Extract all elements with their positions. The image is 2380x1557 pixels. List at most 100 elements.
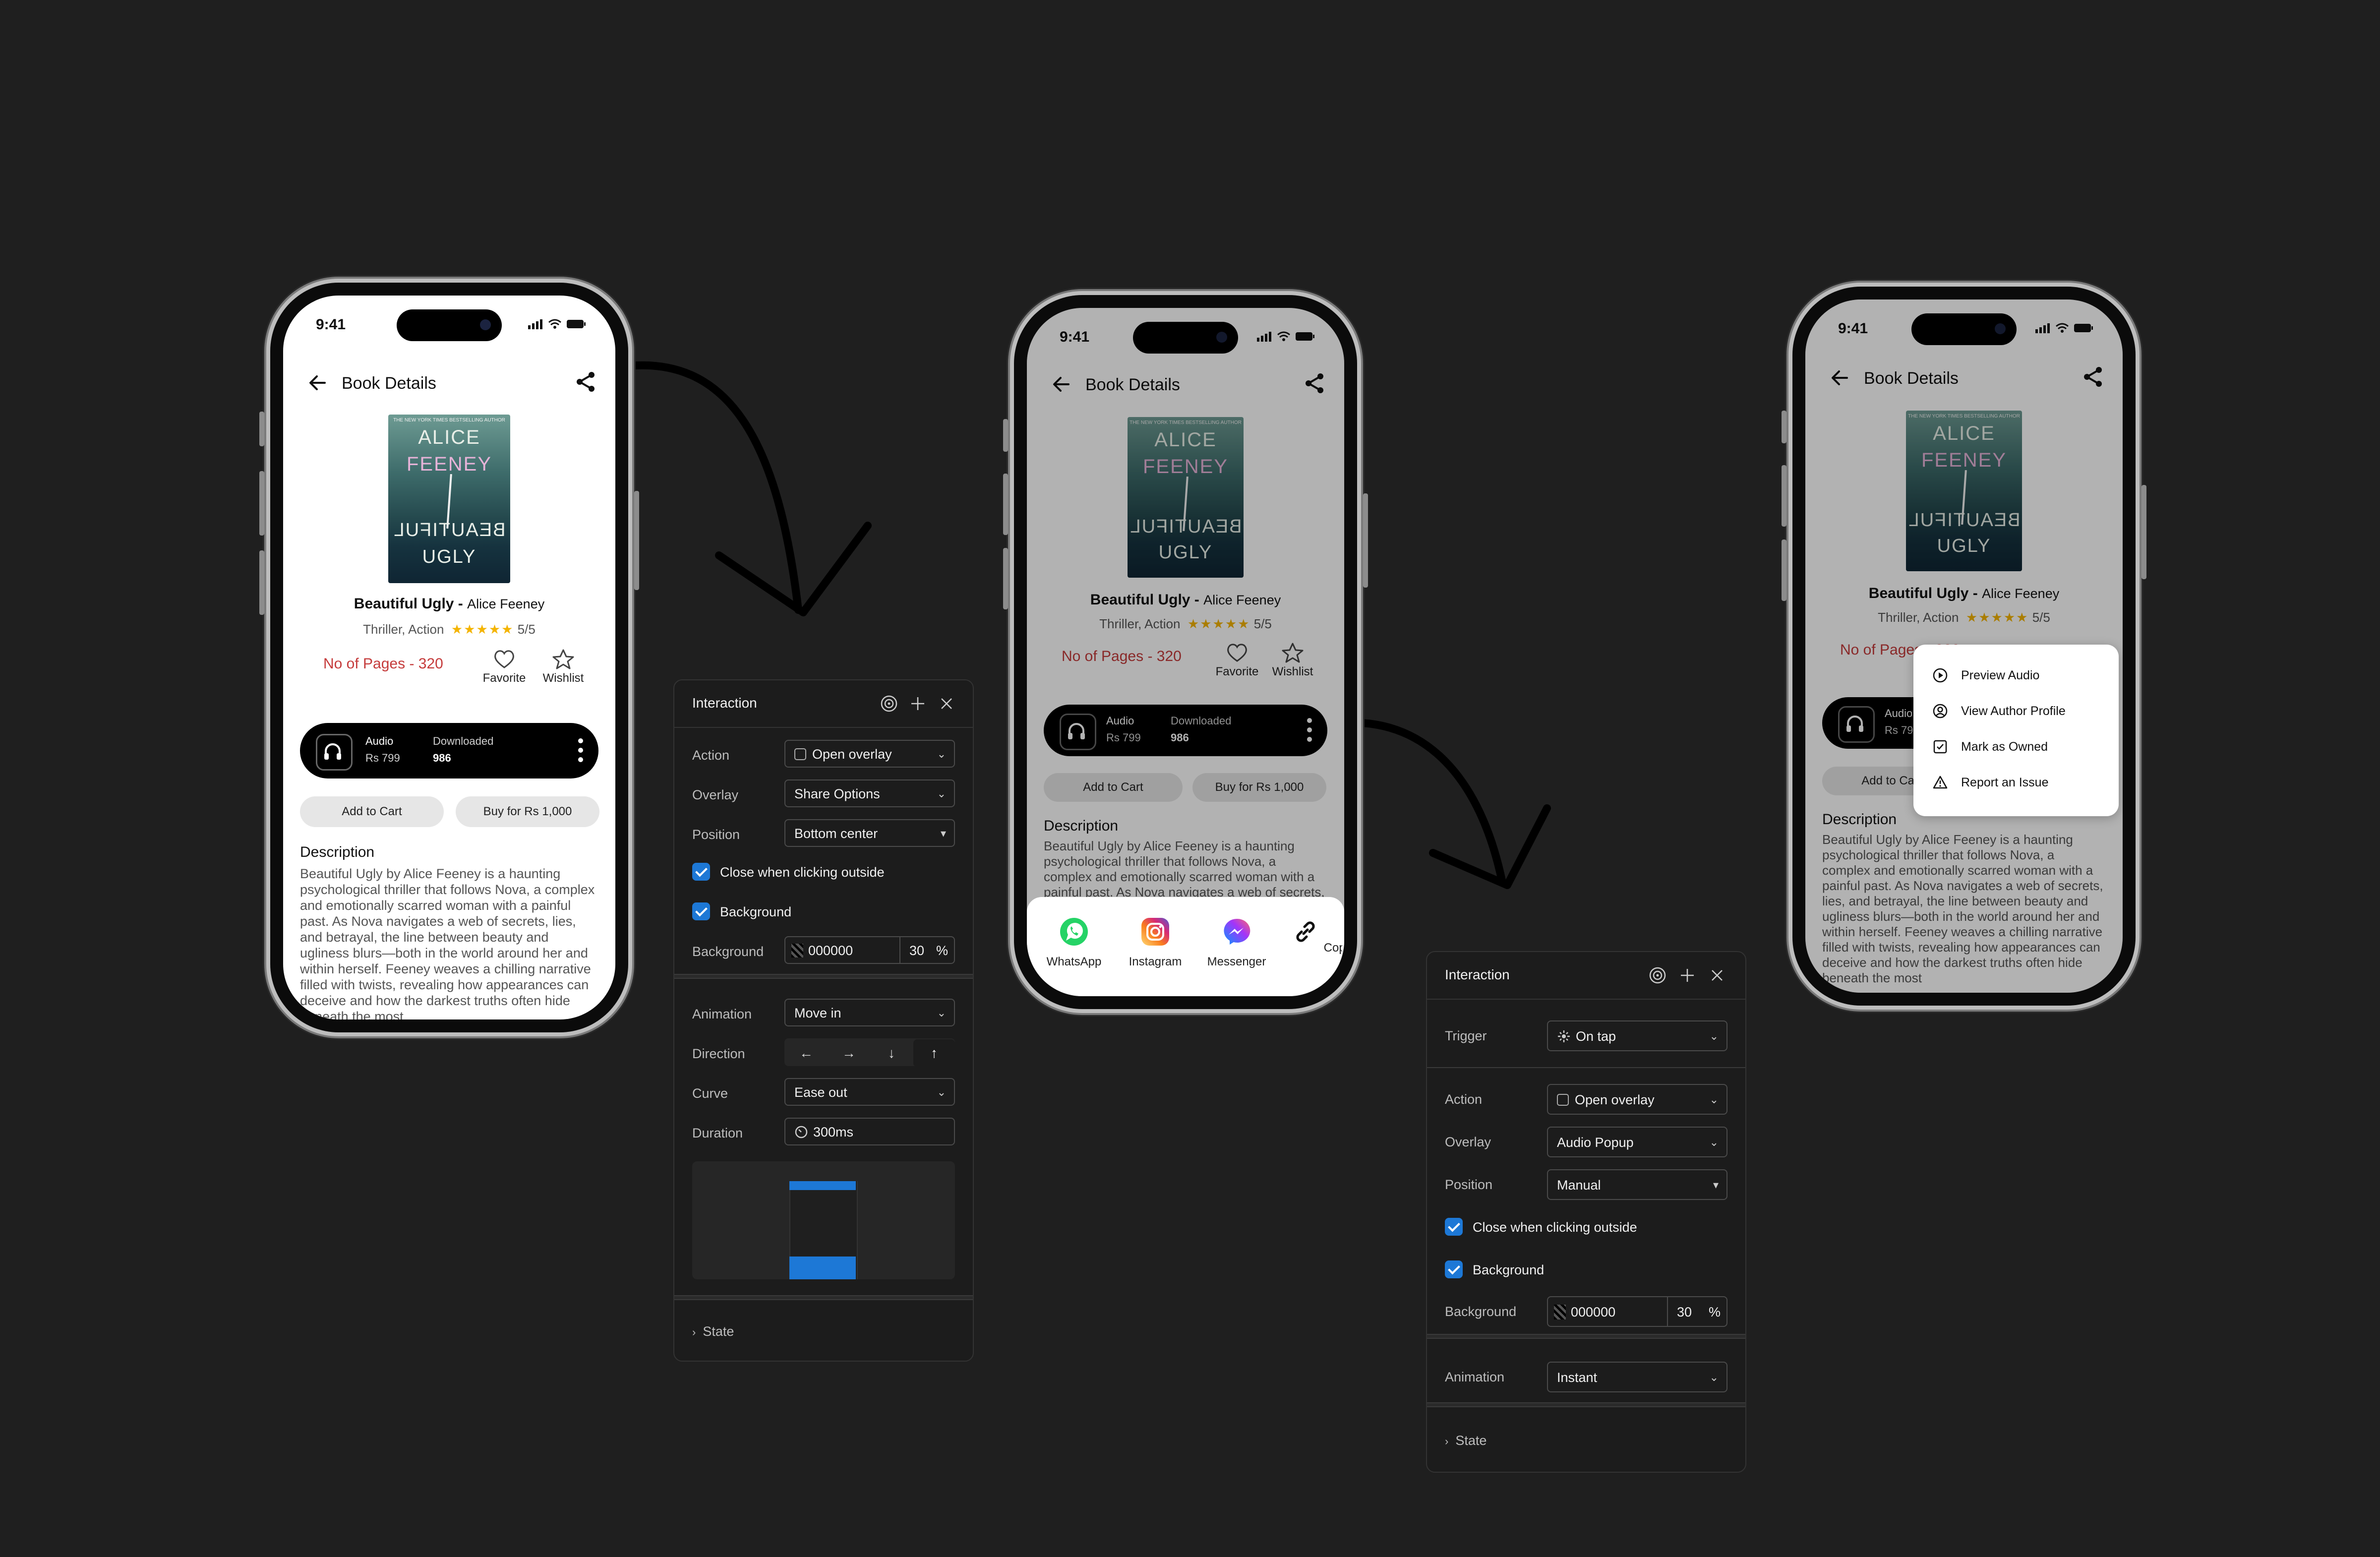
target-icon[interactable] — [880, 694, 898, 713]
plus-icon[interactable] — [908, 694, 927, 713]
color-swatch — [791, 943, 803, 958]
trigger-select[interactable]: On tap ⌄ — [1547, 1020, 1727, 1051]
direction-left[interactable]: ← — [785, 1039, 827, 1067]
direction-down[interactable]: ↓ — [871, 1039, 912, 1067]
checkbox-icon — [1933, 740, 1947, 754]
animation-select[interactable]: Move in ⌄ — [784, 999, 955, 1026]
status-icons — [1257, 331, 1314, 342]
status-bar: 9:41 — [1027, 308, 1344, 372]
share-icon[interactable] — [573, 369, 598, 395]
position-select[interactable]: Bottom center ▾ — [784, 819, 955, 847]
overlay-select[interactable]: Audio Popup ⌄ — [1547, 1127, 1727, 1157]
background-row: Background 000000 30 % — [692, 936, 955, 965]
add-to-cart-button[interactable]: Add to Cart — [1044, 773, 1183, 802]
book-title: Beautiful Ugly - Alice Feeney — [354, 596, 545, 612]
description-text: Beautiful Ugly by Alice Feeney is a haun… — [1822, 832, 2103, 985]
direction-right[interactable]: → — [828, 1039, 870, 1067]
trigger-row: Trigger On tap ⌄ — [1445, 1020, 1727, 1051]
buy-button[interactable]: Buy for Rs 1,000 — [456, 796, 599, 827]
play-circle-icon — [1933, 668, 1948, 683]
link-icon — [1296, 921, 1315, 942]
panel-header: Interaction — [1427, 952, 1745, 1000]
share-messenger[interactable]: Messenger — [1199, 917, 1274, 969]
top-bar: Book Details — [1805, 360, 2123, 395]
description-title: Description — [1044, 818, 1119, 834]
add-to-cart-button[interactable]: Add to Cart — [300, 796, 444, 827]
phone-screen: 9:41 Book Details THE NEW YORK TIMES BES… — [1027, 308, 1344, 996]
curve-select[interactable]: Ease out ⌄ — [784, 1078, 955, 1106]
back-arrow-icon[interactable] — [1827, 365, 1853, 391]
action-select[interactable]: Open overlay ⌄ — [1547, 1084, 1727, 1115]
description-title: Description — [1822, 811, 1897, 828]
duration-row: Duration 300ms — [692, 1118, 955, 1146]
position-select[interactable]: Manual ▾ — [1547, 1169, 1727, 1200]
audio-bar[interactable]: Audio Rs 799 Downloaded 986 — [300, 723, 598, 778]
plus-icon[interactable] — [1678, 966, 1697, 985]
close-icon[interactable] — [1708, 966, 1726, 985]
favorite-button[interactable]: Favorite — [479, 649, 529, 685]
heart-icon — [494, 650, 514, 668]
position-row: Position Manual ▾ — [1445, 1169, 1727, 1200]
background-color-input[interactable]: 000000 30 % — [1547, 1296, 1727, 1327]
favorite-button[interactable]: Favorite — [1212, 642, 1262, 679]
more-vertical-icon[interactable] — [1307, 718, 1312, 742]
wishlist-button[interactable]: Wishlist — [538, 649, 588, 685]
share-icon[interactable] — [1302, 370, 1327, 396]
menu-item-preview-audio[interactable]: Preview Audio — [1932, 665, 2039, 685]
page-title: Book Details — [1864, 369, 1959, 388]
book-title: Beautiful Ugly - Alice Feeney — [1090, 592, 1281, 608]
animation-select[interactable]: Instant ⌄ — [1547, 1362, 1727, 1392]
overlay-select[interactable]: Share Options ⌄ — [784, 779, 955, 807]
phone-share-overlay: 9:41 Book Details THE NEW YORK TIMES BES… — [1003, 295, 1368, 1009]
state-section[interactable]: › State — [1445, 1433, 1487, 1448]
page-title: Book Details — [342, 374, 436, 393]
warning-icon — [1933, 776, 1948, 789]
direction-up[interactable]: ↑ — [913, 1039, 955, 1067]
overlay-row: Overlay Share Options ⌄ — [692, 779, 955, 808]
book-meta: Thriller, Action ★★★★★ 5/5 — [1878, 610, 2050, 625]
state-section[interactable]: › State — [692, 1324, 734, 1339]
action-select[interactable]: Open overlay ⌄ — [784, 740, 955, 768]
back-arrow-icon[interactable] — [305, 370, 331, 396]
page-title: Book Details — [1085, 375, 1180, 394]
duration-input[interactable]: 300ms — [784, 1118, 955, 1145]
book-cover[interactable]: THE NEW YORK TIMES BESTSELLING AUTHOR AL… — [388, 415, 510, 583]
buy-button[interactable]: Buy for Rs 1,000 — [1192, 773, 1326, 802]
audio-bar[interactable]: Audio Rs 799 Downloaded 986 — [1044, 705, 1327, 756]
share-icon[interactable] — [2080, 364, 2106, 390]
target-icon[interactable] — [1648, 966, 1667, 985]
menu-item-mark-owned[interactable]: Mark as Owned — [1932, 737, 2048, 757]
action-row: Action Open overlay ⌄ — [1445, 1084, 1727, 1115]
color-swatch — [1554, 1304, 1566, 1319]
share-copy-link[interactable]: Copy Link — [1281, 917, 1342, 955]
share-instagram[interactable]: Instagram — [1118, 917, 1192, 969]
tap-icon — [1558, 1030, 1570, 1042]
top-bar: Book Details — [1027, 366, 1344, 401]
rating-stars: ★★★★★ — [451, 622, 514, 637]
menu-item-report-issue[interactable]: Report an Issue — [1932, 773, 2049, 792]
star-icon — [1282, 643, 1304, 663]
back-arrow-icon[interactable] — [1049, 371, 1074, 397]
background-color-input[interactable]: 000000 30 % — [784, 936, 955, 964]
wishlist-button[interactable]: Wishlist — [1268, 642, 1317, 679]
close-icon[interactable] — [937, 694, 956, 713]
status-icons — [2035, 323, 2093, 333]
menu-item-view-author[interactable]: View Author Profile — [1932, 701, 2066, 721]
interaction-panel-audio: Interaction Trigger On tap ⌄ Action Open … — [1426, 951, 1746, 1473]
book-cover[interactable]: THE NEW YORK TIMES BESTSELLING AUTHOR AL… — [1906, 411, 2022, 571]
book-cover[interactable]: THE NEW YORK TIMES BESTSELLING AUTHOR AL… — [1128, 417, 1244, 578]
share-sheet: WhatsApp Instagram Messenger Copy Link — [1027, 897, 1344, 996]
page-count: No of Pages - 320 — [323, 656, 443, 672]
position-row: Position Bottom center ▾ — [692, 819, 955, 848]
status-time: 9:41 — [316, 316, 346, 333]
panel-header: Interaction — [674, 680, 973, 728]
interaction-panel-share: Interaction Action Open overlay ⌄ Overlay… — [673, 679, 974, 1362]
heart-icon — [1227, 644, 1247, 662]
panel-title: Interaction — [1445, 967, 1510, 982]
share-whatsapp[interactable]: WhatsApp — [1037, 917, 1111, 969]
dynamic-island — [397, 309, 502, 341]
phone-book-details: 9:41 Book Details THE NEW YORK TIMES BES… — [259, 283, 639, 1032]
more-vertical-icon[interactable] — [578, 738, 584, 763]
background-row: Background 000000 30 % — [1445, 1296, 1727, 1327]
headphones-icon — [1838, 706, 1875, 743]
